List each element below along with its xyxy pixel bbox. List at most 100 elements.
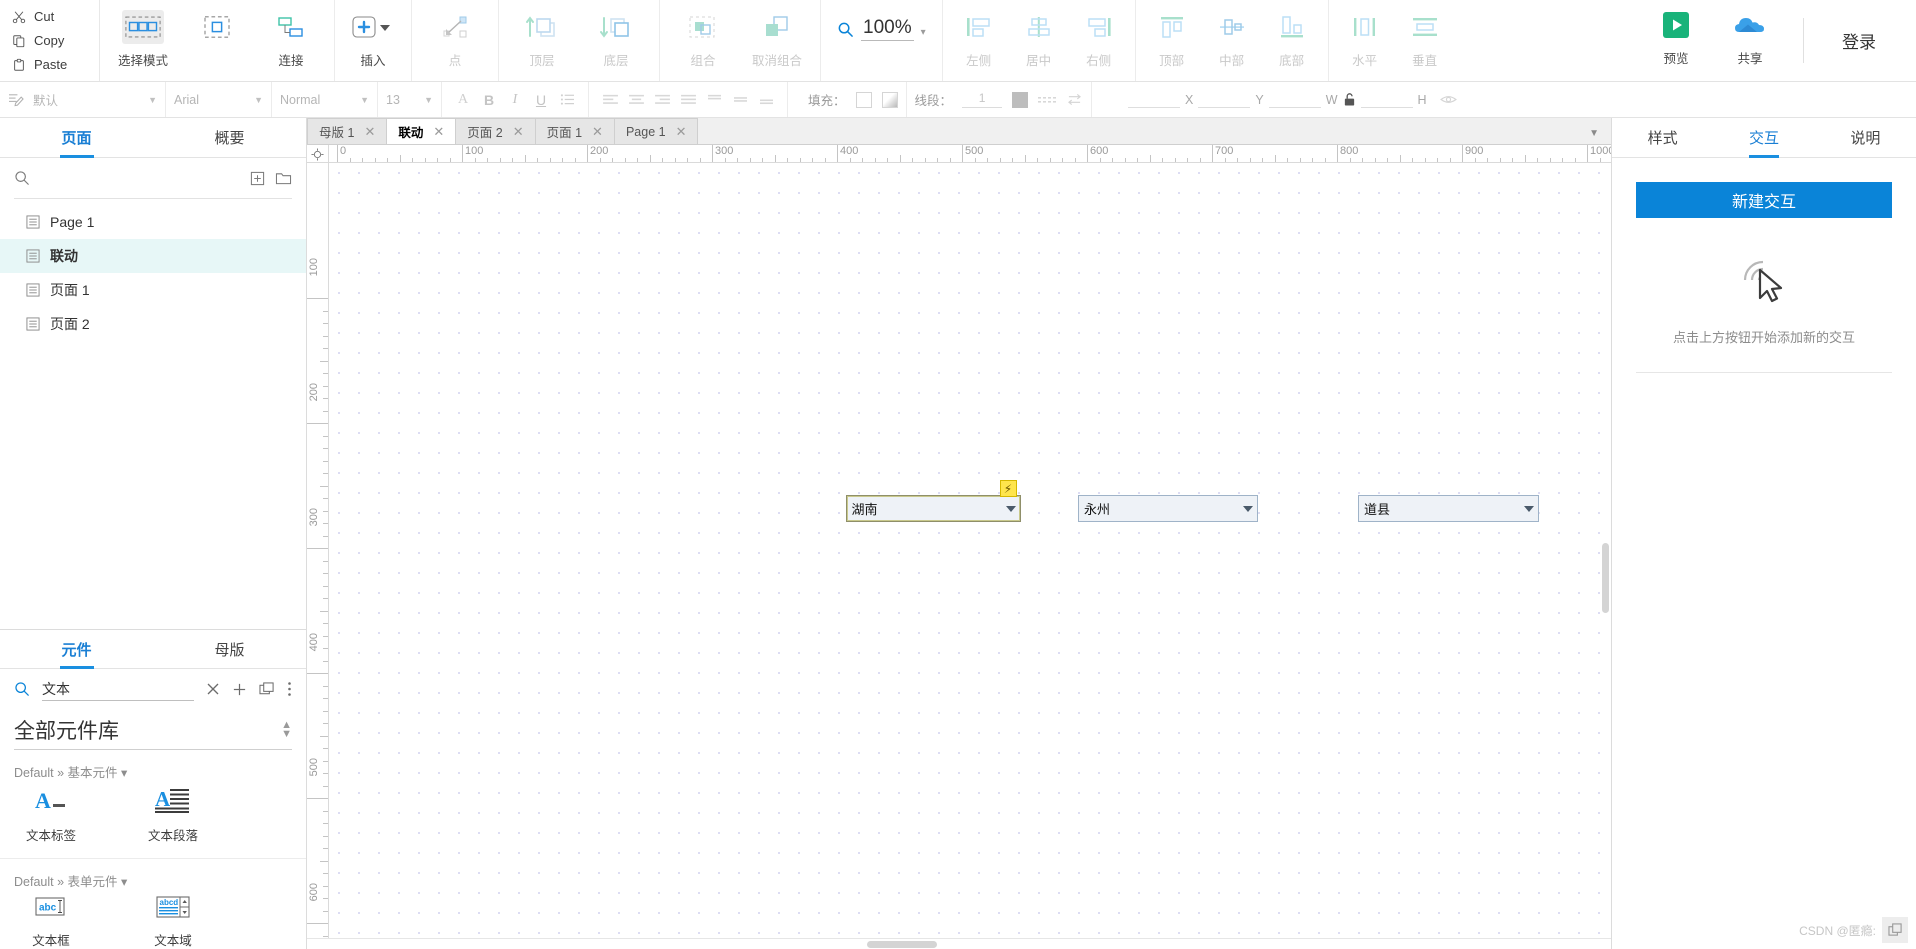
page-item-page-cn-2[interactable]: 页面 2 bbox=[0, 307, 306, 341]
copy-library-icon[interactable] bbox=[259, 681, 275, 697]
group-button[interactable]: 组合 bbox=[666, 0, 740, 81]
font-dropdown[interactable]: Arial ▼ bbox=[174, 89, 263, 111]
align-right-button[interactable]: 右侧 bbox=[1069, 0, 1129, 81]
scroll-thumb[interactable] bbox=[867, 941, 937, 948]
page-item-page-cn-1[interactable]: 页面 1 bbox=[0, 273, 306, 307]
text-align-right-icon[interactable] bbox=[649, 88, 675, 112]
canvas-tab-liandong[interactable]: 联动 ✕ bbox=[386, 118, 457, 144]
more-vertical-icon[interactable] bbox=[287, 681, 292, 697]
widget-category-form[interactable]: Default » 表单元件 ▾ bbox=[0, 859, 306, 894]
fill-color-swatch[interactable] bbox=[855, 91, 872, 108]
canvas-tab-pageone[interactable]: Page 1 ✕ bbox=[613, 118, 699, 144]
tab-masters[interactable]: 母版 bbox=[153, 630, 306, 668]
align-bottom-button[interactable]: 底部 bbox=[1262, 0, 1322, 81]
close-icon[interactable]: ✕ bbox=[676, 124, 687, 140]
bold-icon[interactable]: B bbox=[476, 88, 502, 112]
line-width-input[interactable]: 1 bbox=[962, 91, 1003, 108]
font-size-dropdown[interactable]: 13 ▼ bbox=[386, 89, 433, 111]
tab-notes[interactable]: 说明 bbox=[1815, 118, 1916, 157]
bullet-list-icon[interactable] bbox=[554, 88, 580, 112]
arrow-style-icon[interactable] bbox=[1066, 93, 1083, 106]
align-left-button[interactable]: 左侧 bbox=[949, 0, 1009, 81]
point-button[interactable]: 点 bbox=[418, 0, 492, 81]
font-weight-dropdown[interactable]: Normal ▼ bbox=[280, 89, 369, 111]
page-item-page1[interactable]: Page 1 bbox=[0, 205, 306, 239]
scroll-thumb[interactable] bbox=[1602, 543, 1609, 613]
align-middle-button[interactable]: 中部 bbox=[1202, 0, 1262, 81]
font-color-icon[interactable]: A bbox=[450, 88, 476, 112]
origin-target-icon[interactable] bbox=[307, 145, 329, 162]
page-item-liandong[interactable]: 联动 bbox=[0, 239, 306, 273]
eye-icon[interactable] bbox=[1439, 93, 1457, 106]
canvas-tab-page2[interactable]: 页面 2 ✕ bbox=[455, 118, 536, 144]
select-mode-button[interactable]: 选择模式 bbox=[106, 0, 180, 81]
add-page-icon[interactable] bbox=[250, 171, 265, 186]
search-icon[interactable] bbox=[14, 681, 30, 697]
canvas-tab-page1[interactable]: 页面 1 ✕ bbox=[534, 118, 615, 144]
h-input[interactable] bbox=[1360, 92, 1413, 108]
tab-widgets[interactable]: 元件 bbox=[0, 630, 153, 668]
distribute-vertical-button[interactable]: 垂直 bbox=[1395, 0, 1455, 81]
close-icon[interactable]: ✕ bbox=[364, 124, 375, 140]
widget-text-paragraph[interactable]: A 文本段落 bbox=[136, 785, 210, 844]
valign-bottom-icon[interactable] bbox=[753, 88, 779, 112]
county-dropdown[interactable]: 道县 bbox=[1358, 495, 1540, 522]
close-icon[interactable] bbox=[206, 682, 220, 696]
canvas-vertical-scrollbar[interactable] bbox=[1600, 163, 1611, 938]
search-icon[interactable] bbox=[14, 170, 30, 186]
close-icon[interactable]: ✕ bbox=[433, 124, 444, 140]
share-button[interactable]: 共享 bbox=[1713, 0, 1787, 81]
cut-button[interactable]: Cut bbox=[12, 9, 99, 24]
w-input[interactable] bbox=[1268, 92, 1321, 108]
canvas-horizontal-scrollbar[interactable] bbox=[307, 938, 1611, 949]
new-interaction-button[interactable]: 新建交互 bbox=[1636, 182, 1892, 218]
close-icon[interactable]: ✕ bbox=[513, 124, 524, 140]
paste-button[interactable]: Paste bbox=[12, 57, 99, 72]
interaction-bolt-icon[interactable]: ⚡ bbox=[999, 480, 1017, 497]
valign-middle-icon[interactable] bbox=[727, 88, 753, 112]
folder-icon[interactable] bbox=[275, 171, 292, 186]
tab-interactions[interactable]: 交互 bbox=[1713, 118, 1814, 157]
line-color-swatch[interactable] bbox=[1012, 91, 1029, 108]
bring-to-front-button[interactable]: 顶层 bbox=[505, 0, 579, 81]
widget-text-label[interactable]: A 文本标签 bbox=[14, 785, 88, 844]
plus-icon[interactable] bbox=[232, 682, 247, 697]
canvas-tab-master1[interactable]: 母版 1 ✕ bbox=[307, 118, 388, 144]
fill-gradient-swatch[interactable] bbox=[881, 91, 898, 108]
close-icon[interactable]: ✕ bbox=[592, 124, 603, 140]
text-align-left-icon[interactable] bbox=[597, 88, 623, 112]
italic-icon[interactable]: I bbox=[502, 88, 528, 112]
y-input[interactable] bbox=[1198, 92, 1251, 108]
preview-button[interactable]: 预览 bbox=[1639, 0, 1713, 81]
valign-top-icon[interactable] bbox=[701, 88, 727, 112]
chevron-down-icon[interactable]: ▼ bbox=[1589, 128, 1611, 144]
send-to-back-button[interactable]: 底层 bbox=[579, 0, 653, 81]
underline-icon[interactable]: U bbox=[528, 88, 554, 112]
distribute-horizontal-button[interactable]: 水平 bbox=[1335, 0, 1395, 81]
insert-button[interactable]: 插入 bbox=[341, 0, 405, 81]
tab-style[interactable]: 样式 bbox=[1612, 118, 1713, 157]
connector-button[interactable]: 连接 bbox=[254, 0, 328, 81]
widget-search-field[interactable] bbox=[42, 677, 194, 701]
widget-library-selector[interactable]: 全部元件库 ▲ ▼ bbox=[14, 715, 292, 750]
search-input[interactable] bbox=[42, 680, 194, 697]
style-dropdown[interactable]: 默认 ▼ bbox=[33, 89, 157, 111]
widget-category-basic[interactable]: Default » 基本元件 ▾ bbox=[0, 750, 306, 785]
align-top-button[interactable]: 顶部 bbox=[1142, 0, 1202, 81]
login-button[interactable]: 登录 bbox=[1820, 0, 1898, 81]
tab-outline[interactable]: 概要 bbox=[153, 118, 306, 157]
text-align-center-icon[interactable] bbox=[623, 88, 649, 112]
city-dropdown[interactable]: 永州 bbox=[1078, 495, 1258, 522]
tab-pages[interactable]: 页面 bbox=[0, 118, 153, 157]
ungroup-button[interactable]: 取消组合 bbox=[740, 0, 814, 81]
zoom-control[interactable]: 100% ▾ bbox=[837, 17, 926, 65]
unlock-icon[interactable] bbox=[1343, 92, 1356, 107]
widget-textbox[interactable]: abc 文本框 bbox=[14, 894, 88, 949]
line-style-icon[interactable] bbox=[1038, 96, 1057, 104]
connect-mode-button[interactable] bbox=[180, 0, 254, 81]
align-center-button[interactable]: 居中 bbox=[1009, 0, 1069, 81]
text-align-justify-icon[interactable] bbox=[675, 88, 701, 112]
design-canvas[interactable]: 湖南 ⚡ 永州 道县 bbox=[329, 163, 1611, 938]
widget-textarea[interactable]: abcd 文本域 bbox=[136, 894, 210, 949]
x-input[interactable] bbox=[1128, 92, 1181, 108]
